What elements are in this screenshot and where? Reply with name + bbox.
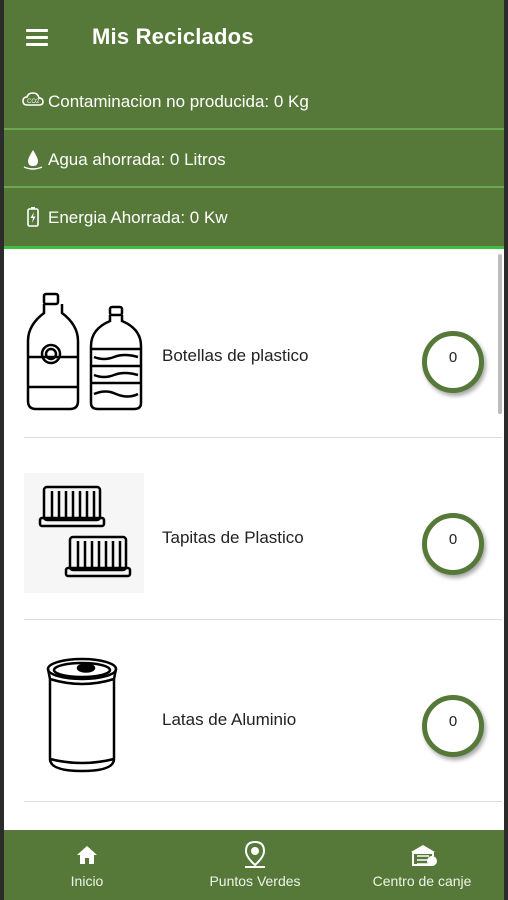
device-frame bbox=[0, 0, 508, 900]
